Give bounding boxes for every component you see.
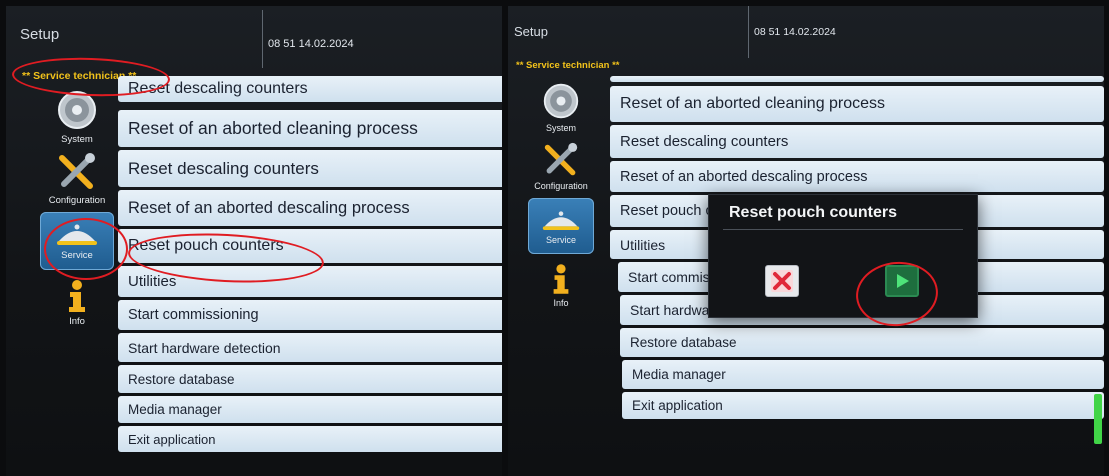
play-icon — [897, 274, 909, 288]
gear-icon — [58, 91, 96, 129]
list-item[interactable]: Reset of an aborted cleaning process — [610, 86, 1104, 122]
tools-icon — [544, 142, 578, 175]
dialog-divider — [723, 229, 963, 230]
header-divider — [262, 10, 263, 68]
nav-label: System — [61, 134, 93, 145]
nav-label: Service — [61, 250, 93, 261]
header-divider — [748, 6, 749, 58]
datetime: 08 51 14.02.2024 — [754, 26, 836, 38]
list-item[interactable]: Restore database — [118, 365, 502, 393]
list-item[interactable]: Reset descaling counters — [118, 150, 502, 187]
nav-configuration[interactable]: Configuration — [528, 138, 594, 194]
role-badge: ** Service technician ** — [516, 60, 620, 71]
right-screen: Setup 08 51 14.02.2024 ** Service techni… — [508, 6, 1104, 476]
nav-label: Info — [553, 297, 569, 308]
datetime: 08 51 14.02.2024 — [268, 38, 354, 50]
nav-service[interactable]: Service — [528, 198, 594, 254]
nav-label: Configuration — [534, 180, 588, 191]
nav-label: Info — [69, 316, 85, 327]
sidebar: System Configuration Service Info — [40, 88, 114, 336]
cancel-button[interactable] — [765, 265, 799, 297]
nav-system[interactable]: System — [40, 88, 114, 146]
nav-configuration[interactable]: Configuration — [40, 150, 114, 208]
confirm-button[interactable] — [885, 265, 919, 297]
nav-label: Service — [545, 234, 576, 245]
nav-service[interactable]: Service — [40, 212, 114, 270]
list-item[interactable]: Reset of an aborted descaling process — [610, 161, 1104, 192]
nav-info[interactable]: Info — [528, 258, 594, 312]
page-title: Setup — [514, 24, 548, 39]
left-screen: Setup 08 51 14.02.2024 ** Service techni… — [6, 6, 502, 476]
list-item[interactable]: Reset descaling counters — [118, 76, 502, 102]
nav-info[interactable]: Info — [40, 274, 114, 332]
close-icon — [771, 270, 793, 292]
list-item[interactable]: Reset of an aborted cleaning process — [118, 110, 502, 147]
list-item[interactable]: Exit application — [118, 426, 502, 452]
list-item[interactable]: Media manager — [622, 360, 1104, 389]
list-item[interactable]: Reset pouch counters — [118, 229, 502, 263]
gear-icon — [543, 83, 579, 118]
service-bell-icon — [57, 224, 97, 245]
list-item[interactable]: Utilities — [118, 266, 502, 297]
nav-label: System — [545, 122, 576, 133]
nav-system[interactable]: System — [528, 80, 594, 134]
nav-label: Configuration — [48, 195, 106, 206]
scrollbar[interactable] — [1094, 394, 1102, 444]
tools-icon — [59, 153, 95, 189]
info-icon — [553, 263, 569, 294]
dialog-title: Reset pouch counters — [729, 204, 898, 221]
list-item[interactable]: Media manager — [118, 396, 502, 423]
list-item[interactable]: Reset descaling counters — [610, 125, 1104, 158]
sidebar: System Configuration Service Info — [528, 80, 594, 316]
info-icon — [69, 280, 85, 312]
service-bell-icon — [542, 210, 580, 230]
list-item-partial — [610, 76, 1104, 82]
page-title: Setup — [20, 26, 60, 43]
list-item[interactable]: Reset of an aborted descaling process — [118, 190, 502, 226]
list-item[interactable]: Start commissioning — [118, 300, 502, 330]
service-menu: Reset descaling counters Reset of an abo… — [118, 76, 502, 455]
confirm-dialog: Reset pouch counters — [708, 194, 978, 318]
list-item[interactable]: Exit application — [622, 392, 1104, 419]
list-item[interactable]: Restore database — [620, 328, 1104, 357]
list-item[interactable]: Start hardware detection — [118, 333, 502, 362]
